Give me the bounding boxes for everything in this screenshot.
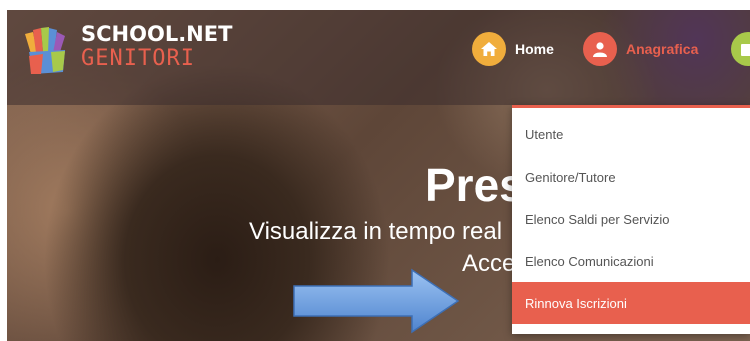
menu-item-elenco-comunicazioni[interactable]: Elenco Comunicazioni [512, 240, 750, 282]
menu-item-label: Elenco Saldi per Servizio [525, 211, 670, 227]
hero-title: Pres [425, 159, 525, 211]
arrow-annotation-icon [293, 268, 460, 334]
nav-home[interactable]: Home [472, 32, 554, 66]
menu-item-utente[interactable]: Utente [512, 113, 750, 155]
anagrafica-dropdown-menu: Utente Genitore/Tutore Elenco Saldi per … [512, 105, 750, 334]
logo-subtitle: GENITORI [81, 46, 195, 71]
top-navbar: SCHOOL.NET GENITORI Home Anagrafica [7, 10, 750, 105]
menu-item-label: Genitore/Tutore [525, 169, 616, 185]
menu-item-genitore-tutore[interactable]: Genitore/Tutore [512, 156, 750, 198]
menu-item-label: Utente [525, 126, 564, 142]
nav-home-label: Home [515, 41, 554, 57]
hero-subtitle-2: Acce [462, 250, 516, 277]
logo-title: SCHOOL.NET [81, 22, 233, 46]
user-icon [583, 32, 617, 66]
menu-item-label: Rinnova Iscrizioni [525, 295, 627, 311]
nav-anagrafica-label: Anagrafica [626, 41, 699, 57]
menu-item-rinnova-iscrizioni[interactable]: Rinnova Iscrizioni [512, 282, 750, 324]
page-frame: SCHOOL.NET GENITORI Home Anagrafica Pres… [7, 10, 750, 341]
colored-hands-icon [25, 27, 65, 74]
nav-anagrafica[interactable]: Anagrafica [583, 32, 698, 66]
menu-item-label: Elenco Comunicazioni [525, 253, 654, 269]
calendar-icon [731, 32, 750, 66]
home-icon [472, 32, 506, 66]
nav-calendar[interactable] [731, 32, 750, 66]
hero-subtitle: Visualizza in tempo real [249, 218, 503, 245]
menu-item-elenco-saldi[interactable]: Elenco Saldi per Servizio [512, 198, 750, 240]
logo[interactable]: SCHOOL.NET GENITORI [19, 18, 232, 78]
